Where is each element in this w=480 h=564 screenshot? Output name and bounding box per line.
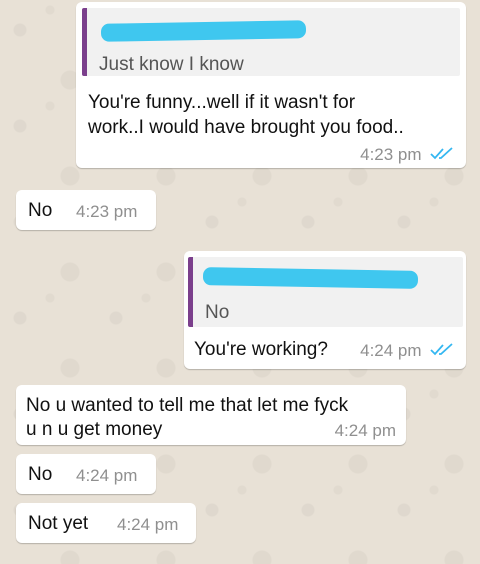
message-time: 4:24 pm [334,421,396,440]
message-time: 4:24 pm [360,341,422,360]
quoted-text: Just know I know [99,54,244,75]
incoming-message-bubble[interactable]: No u wanted to tell me that let me fyck … [16,385,406,445]
message-time: 4:23 pm [360,145,422,164]
message-time: 4:24 pm [117,515,179,534]
outgoing-message-bubble[interactable]: No You're working? 4:24 pm [184,251,466,369]
message-text: No [28,200,53,221]
message-text-line: u n u get money [26,419,163,440]
message-text: No [28,464,53,485]
quoted-message[interactable]: No [188,257,463,327]
message-text-line: No u wanted to tell me that let me fyck [26,395,349,416]
message-text: Not yet [28,513,89,534]
quoted-text: No [205,302,230,323]
message-time: 4:24 pm [76,466,138,485]
outgoing-message-bubble[interactable]: Just know I know You're funny...well if … [76,2,466,168]
incoming-message-bubble[interactable]: No 4:23 pm [16,190,156,230]
double-check-icon [430,147,453,160]
message-text-line: You're funny...well if it wasn't for [88,92,356,113]
message-text-line: work..I would have brought you food.. [88,117,404,138]
incoming-message-bubble[interactable]: No 4:24 pm [16,454,156,494]
incoming-message-bubble[interactable]: Not yet 4:24 pm [16,503,196,543]
quoted-message[interactable]: Just know I know [82,8,460,76]
redacted-sender-name [100,20,307,42]
redacted-sender-name [202,267,419,289]
message-text: You're working? [194,339,328,360]
double-check-icon [430,343,453,356]
message-time: 4:23 pm [76,202,138,221]
